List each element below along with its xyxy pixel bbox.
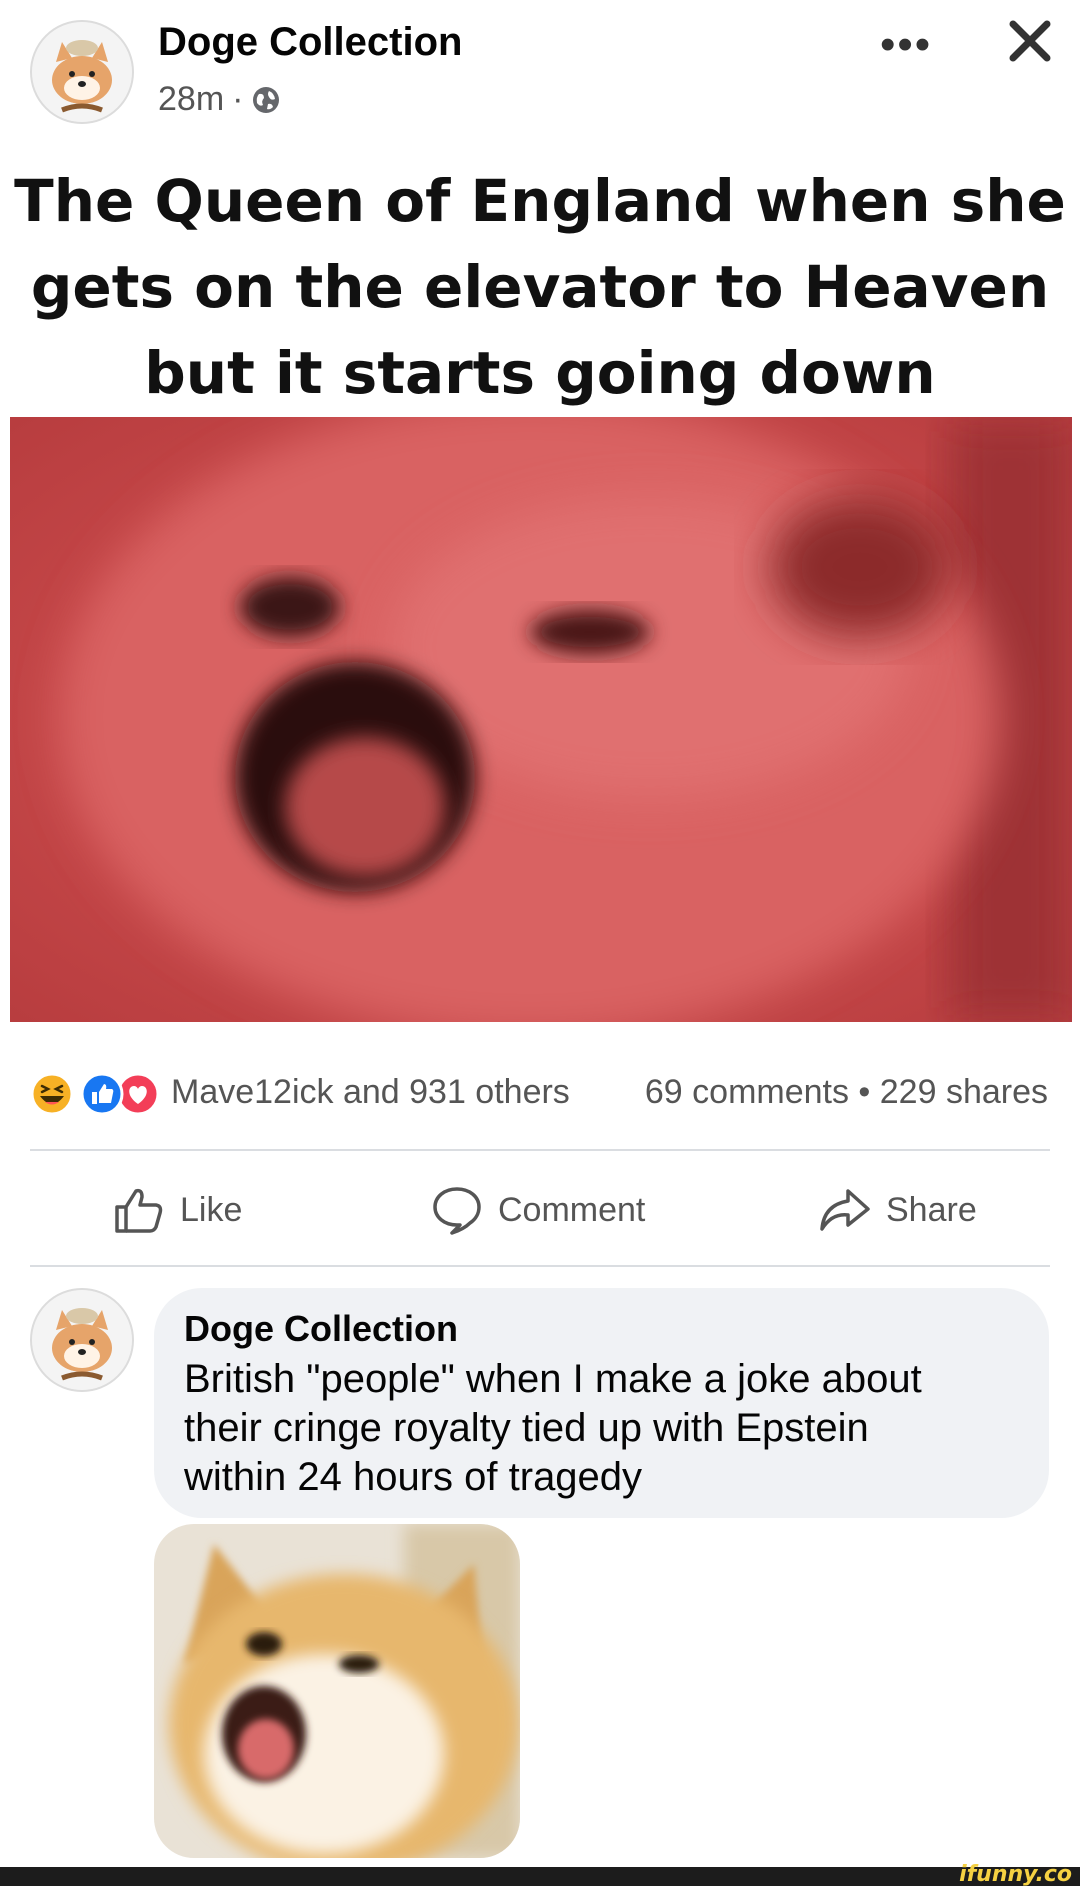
page-name[interactable]: Doge Collection	[158, 20, 462, 65]
comment-share-counts[interactable]: 69 comments • 229 shares	[645, 1073, 1048, 1112]
comment-author[interactable]: Doge Collection	[184, 1308, 458, 1350]
like-reaction-icon	[80, 1072, 124, 1116]
thumbs-up-icon	[115, 1188, 163, 1233]
comment-text-line: their cringe royalty tied up with Epstei…	[184, 1406, 869, 1450]
share-label: Share	[886, 1190, 977, 1229]
laugh-reaction-icon	[30, 1072, 74, 1116]
post-meta: 28m ·	[158, 80, 281, 119]
caption-line: gets on the elevator to Heaven	[30, 253, 1050, 321]
divider	[30, 1265, 1050, 1267]
post-time[interactable]: 28m	[158, 80, 224, 119]
reaction-icons[interactable]	[30, 1072, 160, 1116]
like-label: Like	[180, 1190, 243, 1229]
comment-text: British "people" when I make a joke abou…	[184, 1355, 1014, 1502]
share-button[interactable]: Share	[818, 1180, 977, 1240]
like-button[interactable]: Like	[112, 1180, 242, 1240]
commenter-avatar[interactable]	[30, 1288, 134, 1392]
close-icon[interactable]	[1003, 14, 1057, 68]
globe-icon	[253, 86, 280, 113]
ifunny-watermark: ifunny.co	[959, 1862, 1072, 1887]
comment-text-line: within 24 hours of tragedy	[184, 1455, 643, 1499]
post-image[interactable]	[10, 417, 1072, 1022]
comment-button[interactable]: Comment	[430, 1180, 645, 1240]
post-caption: The Queen of England when she gets on th…	[0, 158, 1080, 416]
meta-separator: ·	[232, 80, 244, 118]
comment-image[interactable]	[154, 1524, 520, 1858]
love-reaction-icon	[116, 1072, 160, 1116]
divider	[30, 1149, 1050, 1151]
reaction-summary[interactable]: Mave12ick and 931 others	[171, 1073, 570, 1112]
bottom-bar	[0, 1867, 1080, 1886]
comment-text-line: British "people" when I make a joke abou…	[184, 1357, 922, 1401]
more-options-icon[interactable]: •••	[880, 20, 932, 70]
share-arrow-icon	[820, 1189, 870, 1231]
doge-avatar-icon	[32, 1290, 132, 1390]
comment-icon	[433, 1187, 481, 1235]
page-avatar[interactable]	[30, 20, 134, 124]
doge-avatar-icon	[32, 22, 132, 122]
caption-line: The Queen of England when she	[14, 167, 1066, 235]
caption-line: but it starts going down	[144, 339, 936, 407]
comment-label: Comment	[498, 1190, 646, 1229]
